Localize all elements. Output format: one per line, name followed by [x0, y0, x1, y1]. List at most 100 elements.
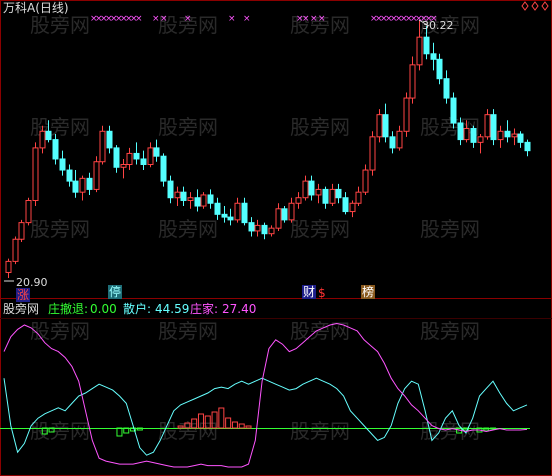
marker-zhang: 涨	[16, 288, 31, 302]
candle-body	[302, 180, 309, 199]
watermark-text: 股旁网	[158, 319, 218, 343]
marker-dollar: $	[318, 286, 326, 300]
marker-cai: 财	[302, 285, 317, 299]
candle-body	[275, 208, 282, 229]
candle-body	[396, 130, 403, 149]
red-bar	[225, 417, 232, 429]
candle-body	[32, 147, 39, 201]
candle-body	[389, 136, 396, 149]
candle-body	[241, 202, 248, 224]
red-bar	[218, 407, 225, 429]
candle-body	[106, 130, 113, 149]
indicator-name: 股旁网	[3, 302, 40, 316]
candle-body	[490, 114, 497, 141]
red-bar	[231, 421, 238, 429]
candle-body	[497, 130, 504, 141]
candle-body	[200, 194, 207, 207]
candle-body	[369, 136, 376, 171]
candle-body	[322, 188, 329, 204]
green-bar	[490, 427, 497, 430]
cross-marker: ×	[184, 14, 192, 24]
candle-body	[349, 202, 356, 213]
candle-body	[153, 147, 160, 157]
indicator-label-zhuangchetui: 庄撤退:	[48, 302, 89, 316]
candle-body	[52, 139, 59, 160]
candle-body	[59, 158, 66, 171]
candle-body	[524, 141, 531, 152]
candle-body	[268, 227, 275, 235]
candle-body	[221, 213, 228, 218]
candle-body	[470, 128, 477, 143]
candle-body	[180, 191, 187, 201]
watermark-text: 股旁网	[30, 115, 90, 139]
candle-body	[248, 222, 255, 232]
green-bar	[116, 427, 123, 437]
candle-body	[443, 78, 450, 99]
diamond-marker	[521, 1, 529, 11]
cross-marker: ×	[228, 14, 236, 24]
indicator-value-zhuangchetui: 0.00	[90, 302, 117, 316]
watermark-text: 股旁网	[290, 419, 350, 443]
marker-ting: 停	[108, 285, 123, 299]
diamond-marker	[531, 1, 539, 11]
red-bar	[238, 423, 245, 429]
candle-body	[295, 197, 302, 204]
candle-body	[234, 202, 241, 221]
candle-body	[436, 58, 443, 80]
candle-body	[160, 155, 167, 182]
candle-body	[450, 97, 457, 124]
candle-body	[504, 130, 511, 138]
watermark-text: 股旁网	[158, 217, 218, 241]
candle-body	[25, 199, 32, 224]
candle-body	[207, 194, 214, 204]
candle-body	[254, 224, 261, 232]
candle-body	[167, 180, 174, 199]
candle-body	[99, 130, 106, 163]
candle-body	[423, 36, 430, 55]
candle-body	[227, 216, 234, 221]
candle-body	[362, 169, 369, 193]
watermark-text: 股旁网	[30, 319, 90, 343]
watermark-text: 股旁网	[30, 217, 90, 241]
candle-body	[457, 122, 464, 141]
watermark-text: 股旁网	[30, 13, 90, 37]
candle-body	[133, 152, 140, 160]
candle-body	[511, 133, 518, 138]
candle-body	[335, 188, 342, 199]
cross-marker: ×	[302, 14, 310, 24]
sanhu-line	[3, 377, 528, 456]
watermark-text: 股旁网	[420, 319, 480, 343]
candle-body	[382, 114, 389, 138]
stock-chart: 股旁网 股旁网 股旁网 股旁网股旁网 股旁网 股旁网 股旁网股旁网 股旁网 股旁网 股旁网股旁网股…	[0, 0, 552, 476]
candle-body	[194, 197, 201, 207]
candle-body	[86, 177, 93, 190]
chart-title: 万科A(日线)	[3, 1, 69, 15]
candle-body	[214, 202, 221, 215]
candle-body	[355, 191, 362, 204]
candle-body	[403, 97, 410, 132]
watermark-text: 股旁网	[290, 115, 350, 139]
cross-marker: ×	[135, 14, 143, 24]
candle-body	[315, 188, 322, 196]
candle-body	[39, 130, 46, 149]
candle-body	[72, 180, 79, 193]
candle-body	[120, 164, 127, 168]
cross-marker: ×	[160, 14, 168, 24]
candle-body	[5, 260, 12, 273]
candle-body	[342, 197, 349, 213]
candle-body	[45, 130, 52, 141]
candle-body	[484, 114, 491, 138]
candle-body	[147, 147, 154, 166]
watermark-text: 股旁网	[30, 419, 90, 443]
high-price-label: 30.22	[422, 19, 454, 32]
diamond-marker	[541, 1, 549, 11]
candle-body	[409, 64, 416, 99]
candle-body	[126, 152, 133, 166]
cross-marker: ×	[310, 14, 318, 24]
watermark-text: 股旁网	[290, 217, 350, 241]
zhuangjia-line	[3, 322, 528, 468]
candle-body	[66, 169, 73, 182]
candle-body	[93, 161, 100, 190]
indicator-value-zhuangjia: 27.40	[222, 302, 257, 316]
candle-body	[174, 191, 181, 199]
